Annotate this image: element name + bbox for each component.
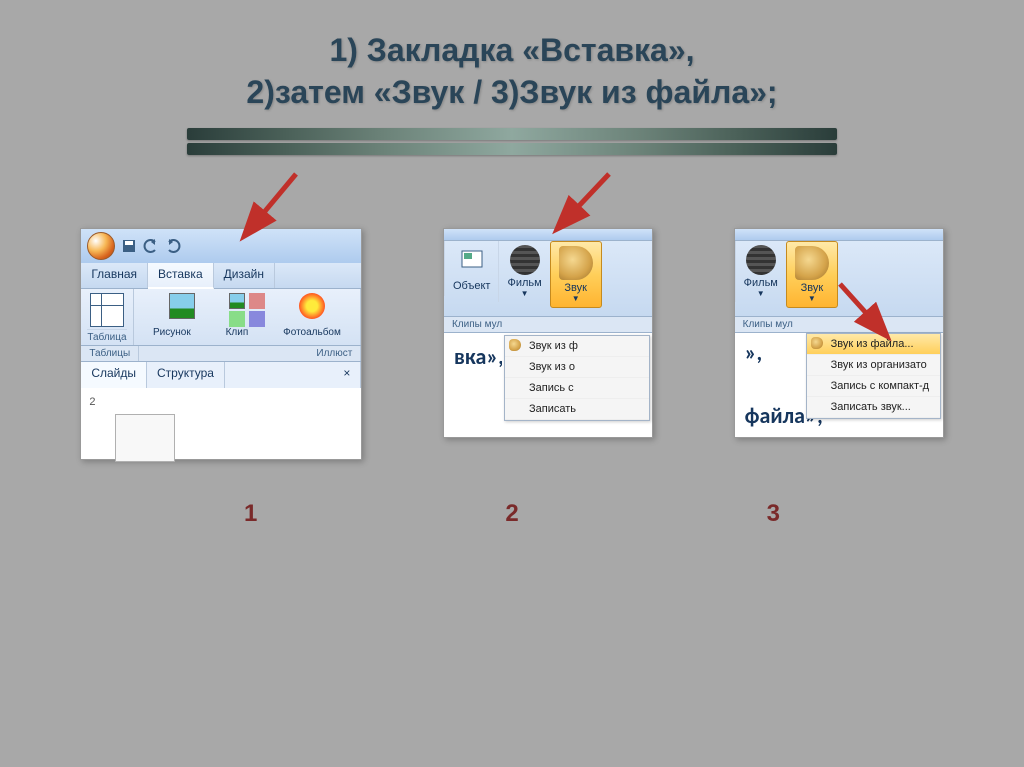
office-button-icon[interactable] bbox=[87, 232, 115, 260]
doc-text: вка», bbox=[444, 333, 502, 423]
speaker-small-icon bbox=[509, 339, 521, 351]
clip-icon-4[interactable] bbox=[249, 311, 265, 327]
clip-icon-2[interactable] bbox=[249, 293, 265, 309]
title-line-1: 1) Закладка «Вставка», bbox=[0, 30, 1024, 72]
photoalbum-icon[interactable] bbox=[299, 293, 325, 319]
object-icon bbox=[458, 245, 486, 273]
clip-icon-3[interactable] bbox=[229, 311, 245, 327]
sound-menu: Звук из ф Звук из о Запись с Записать bbox=[504, 335, 650, 421]
menu-sound-from-org-3[interactable]: Звук из организато bbox=[807, 355, 940, 376]
ribbon-group-illustrations: Рисунок Клип Фотоальбом bbox=[134, 289, 362, 345]
speaker-icon-3 bbox=[795, 246, 829, 280]
redo-icon[interactable] bbox=[165, 238, 181, 254]
step-1: 1 bbox=[244, 500, 257, 528]
titlebar-strip bbox=[444, 229, 652, 241]
quick-access-toolbar bbox=[81, 229, 361, 263]
menu-record-cd-3[interactable]: Запись с компакт-д bbox=[807, 376, 940, 397]
film-icon-3 bbox=[746, 245, 776, 275]
table-label: Таблица bbox=[87, 329, 126, 343]
menu-record-sound[interactable]: Записать bbox=[505, 399, 649, 420]
slides-thumbnail-area: 2 bbox=[81, 388, 361, 438]
screenshot-2: Объект Фильм ▼ Звук ▼ Клипы мул вка», Зв… bbox=[443, 228, 653, 438]
menu-record-cd[interactable]: Запись с bbox=[505, 378, 649, 399]
title-line-2: 2)затем «Звук / 3)Звук из файла»; bbox=[0, 72, 1024, 114]
screenshot-1: Главная Вставка Дизайн Таблица Ри bbox=[80, 228, 362, 460]
screenshot-3: Фильм ▼ Звук ▼ Клипы мул », файла»; Звук… bbox=[734, 228, 944, 438]
sound-button[interactable]: Звук ▼ bbox=[550, 241, 602, 308]
slide-number: 2 bbox=[89, 396, 95, 408]
page-title: 1) Закладка «Вставка», 2)затем «Звук / 3… bbox=[0, 0, 1024, 113]
ribbon-group-tables: Таблица bbox=[81, 289, 133, 345]
tab-insert[interactable]: Вставка bbox=[148, 263, 214, 289]
object-label: Объект bbox=[453, 280, 490, 292]
tab-home[interactable]: Главная bbox=[81, 263, 148, 288]
slide-thumbnail[interactable] bbox=[115, 414, 175, 462]
ribbon-insert: Таблица Рисунок Клип Фотоальбом bbox=[81, 289, 361, 346]
sound-menu-3: Звук из файла... Звук из организато Запи… bbox=[806, 333, 941, 419]
tab-slides[interactable]: Слайды bbox=[81, 362, 147, 388]
undo-icon[interactable] bbox=[143, 238, 159, 254]
media-group-label: Клипы мул bbox=[444, 317, 652, 333]
speaker-icon bbox=[559, 246, 593, 280]
step-numbers: 1 2 3 bbox=[0, 500, 1024, 528]
film-icon bbox=[510, 245, 540, 275]
titlebar-strip-3 bbox=[735, 229, 943, 241]
media-group-label-3: Клипы мул bbox=[735, 317, 943, 333]
tab-structure[interactable]: Структура bbox=[147, 362, 225, 388]
film-button[interactable]: Фильм ▼ bbox=[498, 241, 549, 302]
film-label: Фильм bbox=[507, 277, 541, 289]
slides-panel-tabs: Слайды Структура × bbox=[81, 362, 361, 388]
save-icon[interactable] bbox=[121, 238, 137, 254]
sound-label: Звук bbox=[559, 282, 593, 294]
sound-label-3: Звук bbox=[795, 282, 829, 294]
film-button-3[interactable]: Фильм ▼ bbox=[735, 241, 786, 302]
sound-button-3[interactable]: Звук ▼ bbox=[786, 241, 838, 308]
step-2: 2 bbox=[505, 500, 518, 528]
ribbon-group-labels: Таблицы Иллюст bbox=[81, 346, 361, 362]
step-3: 3 bbox=[767, 500, 780, 528]
menu-sound-from-org[interactable]: Звук из о bbox=[505, 357, 649, 378]
close-panel-icon[interactable]: × bbox=[333, 362, 361, 388]
photo-label: Фотоальбом bbox=[283, 327, 341, 338]
ribbon-media-3: Фильм ▼ Звук ▼ bbox=[735, 241, 943, 317]
object-button[interactable]: Объект bbox=[444, 241, 498, 296]
menu-record-sound-3[interactable]: Записать звук... bbox=[807, 397, 940, 418]
group-illus-label: Иллюст bbox=[139, 346, 361, 361]
ribbon-tabs: Главная Вставка Дизайн bbox=[81, 263, 361, 289]
menu-sound-from-file-3[interactable]: Звук из файла... bbox=[807, 334, 940, 355]
menu-sound-from-file[interactable]: Звук из ф bbox=[505, 336, 649, 357]
ribbon-media: Объект Фильм ▼ Звук ▼ bbox=[444, 241, 652, 317]
table-icon[interactable] bbox=[90, 293, 124, 327]
tab-design[interactable]: Дизайн bbox=[214, 263, 275, 288]
clip-label: Клип bbox=[226, 327, 249, 338]
picture-icon[interactable] bbox=[169, 293, 195, 319]
clip-icon[interactable] bbox=[229, 293, 245, 309]
group-tables-label: Таблицы bbox=[81, 346, 139, 361]
divider bbox=[187, 128, 837, 155]
film-label-3: Фильм bbox=[744, 277, 778, 289]
speaker-small-icon-3 bbox=[811, 337, 823, 349]
picture-label: Рисунок bbox=[153, 327, 191, 338]
